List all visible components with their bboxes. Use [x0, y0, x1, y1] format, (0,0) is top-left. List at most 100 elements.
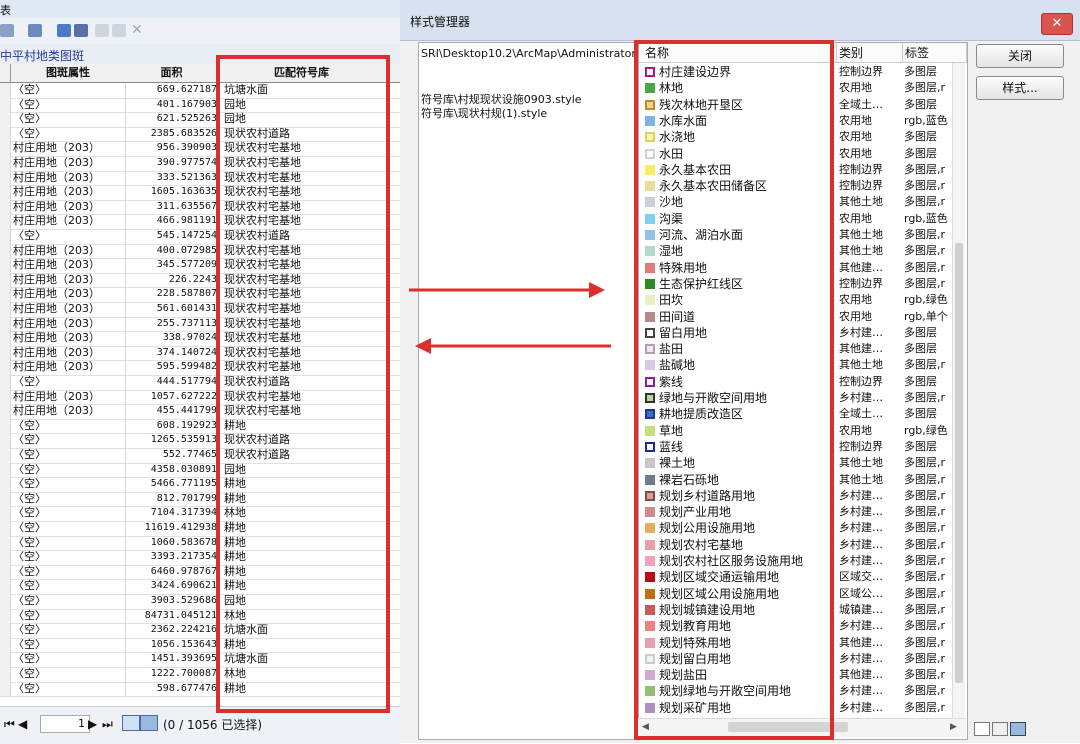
row-selector[interactable]	[0, 418, 11, 435]
style-list-item[interactable]: 水田 农用地 多图层	[639, 146, 967, 162]
row-selector[interactable]	[0, 229, 11, 245]
table-row[interactable]: 〈空〉 6460.978767 耕地	[0, 564, 400, 581]
row-selector[interactable]	[0, 652, 11, 668]
row-selector[interactable]	[0, 302, 11, 318]
tree-item-administrator-style[interactable]: SRI\Desktop10.2\ArcMap\Administrator.sty…	[421, 47, 637, 60]
styles-button[interactable]: 样式...	[976, 76, 1064, 100]
row-selector[interactable]	[0, 462, 11, 479]
style-list-item[interactable]: 水浇地 农用地 多图层	[639, 129, 967, 145]
table-row[interactable]: 〈空〉 598.677476 耕地	[0, 681, 400, 698]
style-list-item[interactable]: 规划农村宅基地 乡村建… 多图层,r	[639, 537, 967, 553]
table-options-icon[interactable]	[0, 24, 14, 37]
dialog-close-icon[interactable]: ✕	[1041, 13, 1073, 35]
table-row[interactable]: 〈空〉 3424.690621 耕地	[0, 579, 400, 595]
table-row[interactable]: 村庄用地（203） 1605.163635 现状农村宅基地	[0, 185, 400, 201]
list-header-tags[interactable]: 标签	[903, 43, 967, 63]
table-row[interactable]: 〈空〉 621.525263 园地	[0, 112, 400, 128]
row-selector[interactable]	[0, 506, 11, 522]
table-row[interactable]: 〈空〉 2362.224216 坑塘水面	[0, 623, 400, 639]
style-list-item[interactable]: 林地 农用地 多图层,r	[639, 80, 967, 96]
zoom-to-selected-icon[interactable]	[112, 24, 126, 37]
style-list-item[interactable]: 规划绿地与开敞空间用地 乡村建… 多图层,r	[639, 683, 967, 699]
details-view-icon[interactable]	[1010, 722, 1026, 736]
style-list-item[interactable]: 河流、湖泊水面 其他土地 多图层,r	[639, 227, 967, 243]
list-horizontal-scrollbar[interactable]: ◀ ▶	[638, 718, 966, 737]
row-selector[interactable]	[0, 550, 11, 566]
first-record-button[interactable]: ⏮	[4, 717, 15, 732]
layer-tab[interactable]: 中平村地类图斑	[0, 44, 400, 65]
style-list-item[interactable]: 裸岩石砾地 其他土地 多图层,r	[639, 472, 967, 488]
style-list-item[interactable]: 盐碱地 其他土地 多图层,r	[639, 357, 967, 373]
style-list-item[interactable]: 规划盐田 其他建… 多图层,r	[639, 667, 967, 683]
scroll-right-icon[interactable]: ▶	[950, 722, 957, 732]
scroll-left-icon[interactable]: ◀	[642, 722, 649, 732]
style-list-item[interactable]: 草地 农用地 rgb,绿色	[639, 423, 967, 439]
scrollbar-thumb[interactable]	[955, 243, 963, 683]
row-selector[interactable]	[0, 681, 11, 698]
list-header-category[interactable]: 类别	[837, 43, 903, 63]
style-list-item[interactable]: 紫线 控制边界 多图层	[639, 374, 967, 390]
column-header-symbol-match[interactable]: 匹配符号库	[219, 64, 385, 83]
style-list-item[interactable]: 残次林地开垦区 全域土… 多图层	[639, 97, 967, 113]
style-list-item[interactable]: 留白用地 乡村建… 多图层	[639, 325, 967, 341]
style-list-item[interactable]: 田间道 农用地 rgb,单个	[639, 309, 967, 325]
table-row[interactable]: 村庄用地（203） 338.97024 现状农村宅基地	[0, 331, 400, 347]
row-selector[interactable]	[0, 579, 11, 595]
style-list-item[interactable]: 特殊用地 其他建… 多图层,r	[639, 260, 967, 276]
style-list-item[interactable]: 湿地 其他土地 多图层,r	[639, 243, 967, 259]
clear-selection-icon[interactable]	[95, 24, 109, 37]
row-selector[interactable]	[0, 491, 11, 508]
table-row[interactable]: 村庄用地（203） 255.737113 现状农村宅基地	[0, 316, 400, 333]
row-selector[interactable]	[0, 477, 11, 493]
style-list-item[interactable]: 绿地与开敞空间用地 乡村建… 多图层,r	[639, 390, 967, 406]
row-selector[interactable]	[0, 404, 11, 420]
style-list-item[interactable]: 规划留白用地 乡村建… 多图层,r	[639, 651, 967, 667]
row-selector[interactable]	[0, 331, 11, 347]
row-selector[interactable]	[0, 141, 11, 157]
table-row[interactable]: 村庄用地（203） 374.140724 现状农村宅基地	[0, 345, 400, 362]
table-row[interactable]: 村庄用地（203） 466.981191 现状农村宅基地	[0, 214, 400, 230]
row-selector[interactable]	[0, 83, 11, 99]
row-selector[interactable]	[0, 185, 11, 201]
style-list-item[interactable]: 永久基本农田 控制边界 多图层,r	[639, 162, 967, 178]
style-list-item[interactable]: 规划特殊用地 其他建… 多图层,r	[639, 635, 967, 651]
row-selector[interactable]	[0, 287, 11, 303]
close-button[interactable]: 关闭	[976, 44, 1064, 68]
row-selector[interactable]	[0, 156, 11, 172]
prev-record-button[interactable]: ◀	[18, 717, 27, 731]
switch-selection-icon[interactable]	[74, 24, 88, 37]
table-row[interactable]: 〈空〉 1060.583678 耕地	[0, 535, 400, 552]
row-selector[interactable]	[0, 389, 11, 406]
table-row[interactable]: 〈空〉 84731.045121 林地	[0, 608, 400, 625]
table-row[interactable]: 〈空〉 11619.412938 耕地	[0, 521, 400, 537]
style-list-item[interactable]: 沟渠 农用地 rgb,蓝色	[639, 211, 967, 227]
row-selector[interactable]	[0, 360, 11, 376]
row-selector[interactable]	[0, 594, 11, 610]
select-by-attributes-icon[interactable]	[57, 24, 71, 37]
table-row[interactable]: 村庄用地（203） 595.599482 现状农村宅基地	[0, 360, 400, 376]
table-row[interactable]: 〈空〉 5466.771195 耕地	[0, 477, 400, 493]
row-selector[interactable]	[0, 126, 11, 143]
table-row[interactable]: 村庄用地（203） 228.587807 现状农村宅基地	[0, 287, 400, 303]
table-row[interactable]: 村庄用地（203） 390.977574 现状农村宅基地	[0, 156, 400, 172]
column-header-attribute[interactable]: 图斑属性	[11, 64, 126, 83]
style-list-item[interactable]: 耕地提质改造区 全域土… 多图层	[639, 406, 967, 422]
table-row[interactable]: 村庄用地（203） 956.390903 现状农村宅基地	[0, 141, 400, 157]
row-selector[interactable]	[0, 637, 11, 654]
style-list-item[interactable]: 规划农村社区服务设施用地 乡村建… 多图层,r	[639, 553, 967, 569]
style-list-item[interactable]: 永久基本农田储备区 控制边界 多图层,r	[639, 178, 967, 194]
row-selector[interactable]	[0, 345, 11, 362]
table-row[interactable]: 〈空〉 1056.153643 耕地	[0, 637, 400, 654]
row-selector[interactable]	[0, 243, 11, 260]
list-header-name[interactable]: 名称	[639, 43, 837, 63]
table-row[interactable]: 〈空〉 669.627187 坑塘水面	[0, 83, 400, 99]
tree-item-village-plan-style[interactable]: 符号库\现状村规(1).style	[421, 105, 547, 121]
list-view-icon[interactable]	[992, 722, 1008, 736]
row-selector[interactable]	[0, 521, 11, 537]
table-row[interactable]: 〈空〉 2385.683526 现状农村道路	[0, 126, 400, 143]
table-row[interactable]: 村庄用地（203） 455.441799 现状农村宅基地	[0, 404, 400, 420]
table-row[interactable]: 〈空〉 3903.529686 园地	[0, 594, 400, 610]
table-row[interactable]: 〈空〉 812.701799 耕地	[0, 491, 400, 508]
column-header-area[interactable]: 面积	[125, 64, 219, 83]
style-list-item[interactable]: 规划教育用地 乡村建… 多图层,r	[639, 618, 967, 634]
